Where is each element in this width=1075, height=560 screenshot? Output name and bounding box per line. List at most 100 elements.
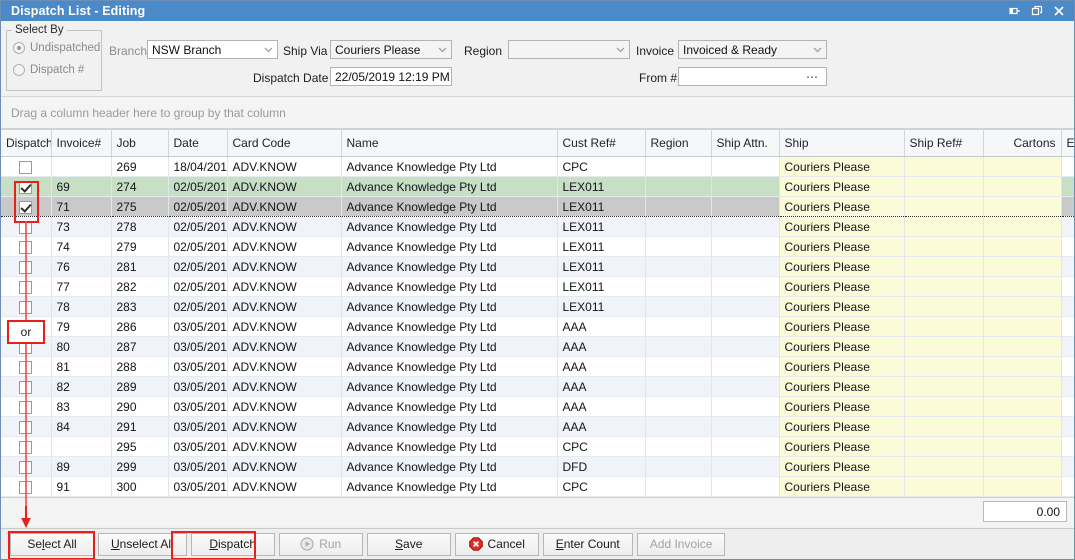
cell-dispatch-checkbox[interactable]: [1, 437, 51, 457]
cell-date: 03/05/2019: [168, 457, 227, 477]
table-row[interactable]: 8929903/05/2019ADV.KNOWAdvance Knowledge…: [1, 457, 1075, 477]
dispatch-button[interactable]: Dispatch: [191, 533, 275, 556]
col-name[interactable]: Name: [341, 130, 557, 157]
dispatch-date-input[interactable]: 22/05/2019 12:19 PM: [330, 67, 452, 86]
enter-count-button[interactable]: Enter Count: [543, 533, 633, 556]
col-ship[interactable]: Ship: [779, 130, 904, 157]
col-cust-ref[interactable]: Cust Ref#: [557, 130, 645, 157]
cell-dispatch-checkbox[interactable]: [1, 157, 51, 177]
cell-dispatch-checkbox[interactable]: [1, 317, 51, 337]
col-dispatch[interactable]: Dispatch: [1, 130, 51, 157]
cell-card-code: ADV.KNOW: [227, 477, 341, 497]
restore-icon[interactable]: [1030, 5, 1043, 18]
table-row[interactable]: 7628102/05/2019ADV.KNOWAdvance Knowledge…: [1, 257, 1075, 277]
cell-dispatch-checkbox[interactable]: [1, 477, 51, 497]
cell-dispatch-checkbox[interactable]: [1, 377, 51, 397]
col-cartons[interactable]: Cartons: [983, 130, 1061, 157]
cell-dispatch-checkbox[interactable]: [1, 237, 51, 257]
cell-dispatch-checkbox[interactable]: [1, 217, 51, 237]
table-row[interactable]: 7127502/05/2019ADV.KNOWAdvance Knowledge…: [1, 197, 1075, 217]
col-date[interactable]: Date: [168, 130, 227, 157]
checkbox-unchecked-icon[interactable]: [19, 341, 32, 354]
from-number-input[interactable]: ⋯: [678, 67, 827, 86]
checkbox-unchecked-icon[interactable]: [19, 321, 32, 334]
table-row[interactable]: 8429103/05/2019ADV.KNOWAdvance Knowledge…: [1, 417, 1075, 437]
checkbox-unchecked-icon[interactable]: [19, 401, 32, 414]
cell-dispatch-checkbox[interactable]: [1, 177, 51, 197]
select-all-button[interactable]: Select All: [10, 533, 94, 556]
table-row[interactable]: 6927402/05/2019ADV.KNOWAdvance Knowledge…: [1, 177, 1075, 197]
checkbox-checked-icon[interactable]: [19, 181, 32, 194]
invoice-select[interactable]: Invoiced & Ready: [678, 40, 827, 59]
region-select[interactable]: [508, 40, 630, 59]
checkbox-unchecked-icon[interactable]: [19, 461, 32, 474]
table-row[interactable]: 7728202/05/2019ADV.KNOWAdvance Knowledge…: [1, 277, 1075, 297]
cell-dispatch-checkbox[interactable]: [1, 357, 51, 377]
checkbox-unchecked-icon[interactable]: [19, 221, 32, 234]
checkbox-unchecked-icon[interactable]: [19, 281, 32, 294]
cell-date: 03/05/2019: [168, 377, 227, 397]
table-row[interactable]: 7928603/05/2019ADV.KNOWAdvance Knowledge…: [1, 317, 1075, 337]
cell-dispatch-checkbox[interactable]: [1, 277, 51, 297]
cell-cartons: [983, 437, 1061, 457]
cell-date: 03/05/2019: [168, 357, 227, 377]
cell-dispatch-checkbox[interactable]: [1, 337, 51, 357]
cell-dispatch-checkbox[interactable]: [1, 397, 51, 417]
cell-card-code: ADV.KNOW: [227, 377, 341, 397]
close-icon[interactable]: [1052, 5, 1065, 18]
save-button[interactable]: Save: [367, 533, 451, 556]
checkbox-unchecked-icon[interactable]: [19, 241, 32, 254]
cell-dispatch-checkbox[interactable]: [1, 297, 51, 317]
branch-select[interactable]: NSW Branch: [147, 40, 278, 59]
ellipsis-icon[interactable]: ⋯: [806, 73, 826, 81]
radio-undispatched[interactable]: Undispatched: [7, 37, 101, 59]
cell-job: 290: [111, 397, 168, 417]
col-job[interactable]: Job: [111, 130, 168, 157]
col-card-code[interactable]: Card Code: [227, 130, 341, 157]
cell-ship-ref: [904, 157, 983, 177]
col-invoice[interactable]: Invoice#: [51, 130, 111, 157]
col-ship-ref[interactable]: Ship Ref#: [904, 130, 983, 157]
cell-card-code: ADV.KNOW: [227, 297, 341, 317]
cell-region: [645, 277, 711, 297]
table-row[interactable]: 26918/04/2019ADV.KNOWAdvance Knowledge P…: [1, 157, 1075, 177]
checkbox-unchecked-icon[interactable]: [19, 261, 32, 274]
cell-dispatch-checkbox[interactable]: [1, 257, 51, 277]
checkbox-unchecked-icon[interactable]: [19, 301, 32, 314]
checkbox-unchecked-icon[interactable]: [19, 361, 32, 374]
table-row[interactable]: 8128803/05/2019ADV.KNOWAdvance Knowledge…: [1, 357, 1075, 377]
group-by-panel[interactable]: Drag a column header here to group by th…: [1, 97, 1074, 129]
pin-icon[interactable]: [1008, 5, 1021, 18]
cell-dispatch-checkbox[interactable]: [1, 417, 51, 437]
checkbox-unchecked-icon[interactable]: [19, 481, 32, 494]
col-region[interactable]: Region: [645, 130, 711, 157]
table-row[interactable]: 7427902/05/2019ADV.KNOWAdvance Knowledge…: [1, 237, 1075, 257]
table-row[interactable]: 8329003/05/2019ADV.KNOWAdvance Knowledge…: [1, 397, 1075, 417]
radio-dispatch-number[interactable]: Dispatch #: [7, 59, 101, 81]
cell-dispatch-checkbox[interactable]: [1, 457, 51, 477]
unselect-all-button[interactable]: Unselect All: [98, 533, 187, 556]
table-row[interactable]: 7327802/05/2019ADV.KNOWAdvance Knowledge…: [1, 217, 1075, 237]
cancel-button[interactable]: Cancel: [455, 533, 539, 556]
table-row[interactable]: 29503/05/2019ADV.KNOWAdvance Knowledge P…: [1, 437, 1075, 457]
table-row[interactable]: 8228903/05/2019ADV.KNOWAdvance Knowledge…: [1, 377, 1075, 397]
ship-via-select[interactable]: Couriers Please: [330, 40, 452, 59]
col-extra[interactable]: E: [1061, 130, 1075, 157]
checkbox-unchecked-icon[interactable]: [19, 381, 32, 394]
cell-dispatch-checkbox[interactable]: [1, 197, 51, 217]
cell-card-code: ADV.KNOW: [227, 197, 341, 217]
invoice-label: Invoice: [636, 44, 674, 58]
checkbox-checked-icon[interactable]: [19, 201, 32, 214]
table-row[interactable]: 9130003/05/2019ADV.KNOWAdvance Knowledge…: [1, 477, 1075, 497]
checkbox-unchecked-icon[interactable]: [19, 161, 32, 174]
checkbox-unchecked-icon[interactable]: [19, 421, 32, 434]
cell-date: 02/05/2019: [168, 177, 227, 197]
table-row[interactable]: 7828302/05/2019ADV.KNOWAdvance Knowledge…: [1, 297, 1075, 317]
table-row[interactable]: 8028703/05/2019ADV.KNOWAdvance Knowledge…: [1, 337, 1075, 357]
cell-cust-ref: AAA: [557, 317, 645, 337]
cell-job: 286: [111, 317, 168, 337]
col-ship-attn[interactable]: Ship Attn.: [711, 130, 779, 157]
checkbox-unchecked-icon[interactable]: [19, 441, 32, 454]
cell-ship-attn: [711, 337, 779, 357]
select-by-legend: Select By: [12, 24, 67, 36]
